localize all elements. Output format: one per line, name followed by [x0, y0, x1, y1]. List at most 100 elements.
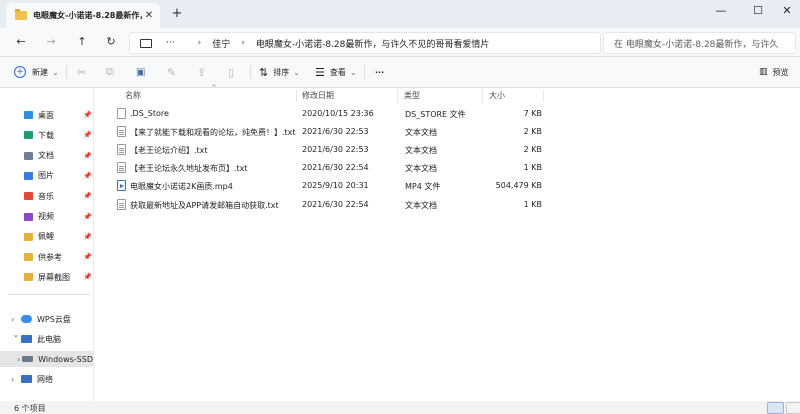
folder-icon	[24, 273, 33, 282]
address-bar[interactable]: ··· › 佳宁 › 电眼魔女-小诺诺-8.28最新作，与许久不见的哥哥看爱情片	[129, 32, 601, 54]
pin-icon[interactable]: 📌	[83, 273, 92, 281]
column-divider[interactable]	[397, 90, 398, 102]
sidebar-item[interactable]: 视频 📌	[24, 210, 94, 224]
preview-button[interactable]: ▥ 预览	[759, 65, 789, 79]
pin-icon[interactable]: 📌	[83, 172, 92, 180]
new-button-label: 新建	[32, 67, 48, 77]
delete-button[interactable]: ▯	[228, 65, 239, 79]
minimize-button[interactable]: —	[709, 4, 733, 18]
file-type: 文本文档	[405, 200, 437, 210]
sidebar-item[interactable]: 图片 📌	[24, 169, 94, 183]
sidebar-item[interactable]: 音乐 📌	[24, 189, 94, 203]
file-size: 2 KB	[523, 145, 542, 155]
file-modified: 2021/6/30 22:53	[302, 145, 369, 155]
paste-button[interactable]: ▣	[136, 65, 150, 79]
folder-icon	[24, 171, 33, 180]
chevron-down-icon[interactable]: ›	[12, 334, 21, 344]
pin-icon[interactable]: 📌	[83, 111, 92, 119]
tree-item-wps-cloud[interactable]: › WPS云盘	[11, 312, 101, 326]
tab-close-icon[interactable]: ✕	[142, 10, 156, 21]
new-button[interactable]: + 新建 ⌄	[14, 65, 59, 79]
rename-button[interactable]: ✎	[167, 65, 181, 79]
column-header-name[interactable]: 名称	[125, 88, 141, 102]
file-row[interactable]: 【老王论坛介绍】.txt 2021/6/30 22:53 文本文档 2 KB	[110, 142, 544, 159]
forward-button[interactable]: →	[43, 34, 59, 50]
maximize-button[interactable]: ☐	[746, 4, 770, 18]
column-divider[interactable]	[543, 90, 544, 102]
sort-button[interactable]: ⇅ 排序 ⌄	[259, 65, 300, 79]
divider	[364, 65, 365, 79]
column-header-type[interactable]: 类型	[404, 88, 420, 102]
preview-pane-icon: ▥	[759, 67, 768, 77]
sidebar-item[interactable]: 佩鲤 📌	[24, 230, 94, 244]
tree-item-windows-ssd[interactable]: › Windows-SSD	[0, 351, 93, 367]
file-row[interactable]: 电眼魔女小诺诺2K画质.mp4 2025/9/10 20:31 MP4 文件 504,…	[110, 178, 544, 195]
chevron-right-icon[interactable]: ›	[11, 375, 21, 384]
sidebar-item-label: 视频	[38, 212, 54, 221]
sort-caret-icon: ^	[211, 84, 217, 92]
text-file-icon	[117, 198, 126, 210]
chevron-right-icon[interactable]: ›	[11, 315, 21, 324]
rename-icon: ✎	[167, 65, 177, 79]
chevron-down-icon: ⌄	[52, 67, 59, 77]
copy-button[interactable]: ⧉	[106, 65, 119, 79]
pin-icon[interactable]: 📌	[83, 131, 92, 139]
file-row[interactable]: 获取最新地址及APP请发邮箱自动获取.txt 2021/6/30 22:54 文本文…	[110, 197, 544, 214]
sidebar-item[interactable]: 桌面 📌	[24, 108, 94, 122]
sidebar-item[interactable]: 屏幕截图 📌	[24, 270, 94, 284]
sidebar-item-label: 桌面	[38, 110, 54, 120]
breadcrumb-item[interactable]: 电眼魔女-小诺诺-8.28最新作，与许久不见的哥哥看爱情片	[256, 37, 490, 50]
drive-icon	[22, 356, 34, 362]
details-view-button[interactable]	[767, 402, 784, 414]
column-header-size[interactable]: 大小	[489, 88, 505, 102]
divider	[8, 294, 90, 295]
view-button[interactable]: ☰ 查看 ⌄	[315, 65, 357, 79]
folder-tab[interactable]: 电眼魔女-小诺诺-8.28最新作， ✕	[6, 3, 160, 28]
column-divider[interactable]	[296, 90, 297, 102]
share-icon: ⇪	[197, 65, 207, 79]
file-row[interactable]: .DS_Store 2020/10/15 23:36 DS_STORE 文件 7 KB	[110, 106, 544, 123]
sidebar-item-label: 下载	[38, 130, 54, 140]
file-name: 获取最新地址及APP请发邮箱自动获取.txt	[130, 200, 279, 210]
sidebar-item[interactable]: 下载 📌	[24, 128, 94, 142]
text-file-icon	[117, 126, 126, 138]
column-divider[interactable]	[482, 90, 483, 102]
sidebar-item[interactable]: 供参考 📌	[24, 250, 94, 264]
file-size: 1 KB	[523, 199, 542, 209]
file-row[interactable]: 【老王论坛永久地址发布页】.txt 2021/6/30 22:54 文本文档 1 KB	[110, 160, 544, 177]
new-tab-button[interactable]: +	[170, 6, 184, 22]
overflow-breadcrumb-button[interactable]: ···	[166, 38, 175, 48]
trash-icon: ▯	[228, 65, 235, 79]
tree-item-this-pc[interactable]: › 此电脑	[11, 332, 101, 346]
back-button[interactable]: ←	[13, 34, 29, 50]
address-row: ← → ↑ ↻ ··· › 佳宁 › 电眼魔女-小诺诺-8.28最新作，与许久不…	[0, 28, 800, 57]
refresh-button[interactable]: ↻	[103, 34, 119, 50]
up-button[interactable]: ↑	[74, 34, 90, 50]
tree-item-label: Windows-SSD	[38, 354, 93, 364]
pin-icon[interactable]: 📌	[83, 233, 92, 241]
column-header-modified[interactable]: 修改日期	[302, 88, 334, 102]
file-type: DS_STORE 文件	[405, 110, 466, 119]
tree-item-network[interactable]: › 网络	[11, 372, 101, 386]
cut-button[interactable]: ✂	[77, 65, 91, 79]
folder-icon	[24, 131, 33, 140]
close-window-button[interactable]: ✕	[775, 4, 799, 18]
file-size: 7 KB	[523, 109, 542, 118]
pin-icon[interactable]: 📌	[83, 192, 92, 200]
pin-icon[interactable]: 📌	[83, 152, 92, 160]
tiles-view-button[interactable]	[786, 402, 800, 414]
share-button[interactable]: ⇪	[197, 65, 211, 79]
tab-title: 电眼魔女-小诺诺-8.28最新作，	[33, 11, 142, 20]
file-row[interactable]: 【来了就能下载和观看的论坛，纯免费！】.txt 2021/6/30 22:53 文本…	[110, 124, 544, 141]
sidebar-item-label: 音乐	[38, 191, 54, 201]
pin-icon[interactable]: 📌	[83, 213, 92, 221]
pin-icon[interactable]: 📌	[83, 253, 92, 261]
search-input[interactable]: 在 电眼魔女-小诺诺-8.28最新作，与许久	[603, 32, 796, 54]
more-options-button[interactable]: ···	[375, 65, 384, 79]
sidebar-item[interactable]: 文档 📌	[24, 149, 94, 163]
breadcrumb-item[interactable]: 佳宁	[212, 37, 230, 50]
file-name: 【来了就能下载和观看的论坛，纯免费！】.txt	[130, 128, 296, 138]
file-modified: 2021/6/30 22:54	[302, 199, 369, 209]
breadcrumb-chevron-icon: ›	[197, 38, 202, 48]
folder-icon	[24, 111, 33, 119]
